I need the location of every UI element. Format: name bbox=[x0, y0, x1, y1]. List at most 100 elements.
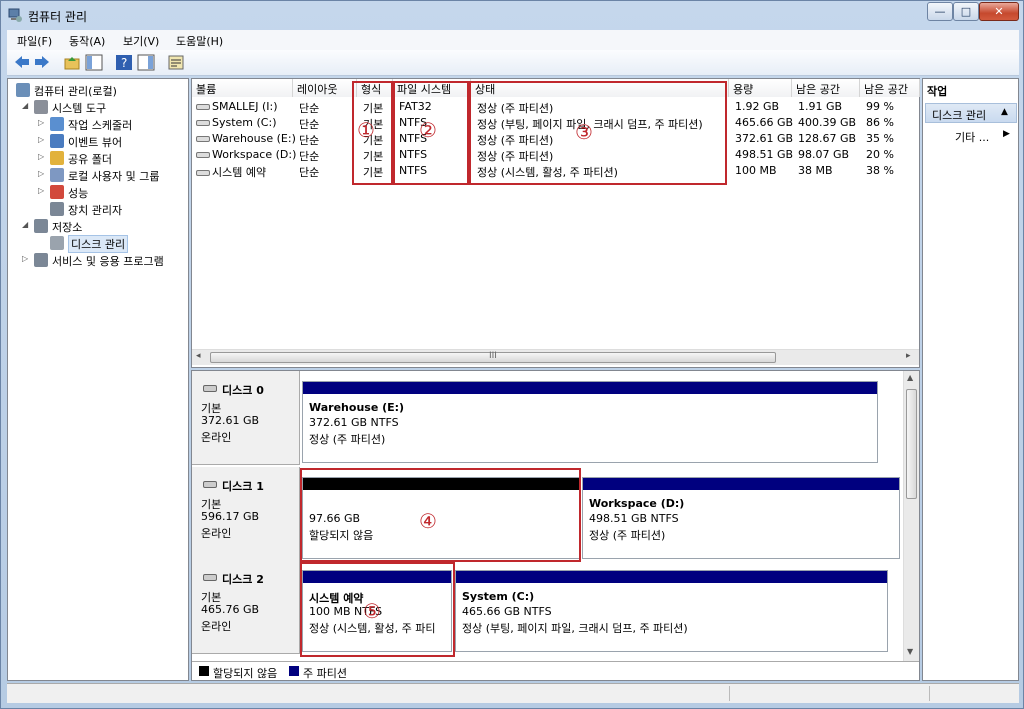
volume-layout: 단순 bbox=[299, 134, 320, 147]
volume-free: 400.39 GB bbox=[798, 116, 857, 129]
disk-drive-icon bbox=[203, 481, 217, 488]
disk-size: 596.17 GB bbox=[201, 510, 260, 523]
thumb-grip: III bbox=[489, 351, 497, 361]
volume-drive-icon bbox=[196, 120, 210, 126]
action-section-disk-management[interactable]: 디스크 관리 ▲ bbox=[925, 103, 1017, 123]
show-hide-tree-icon[interactable] bbox=[85, 54, 103, 71]
volume-layout: 단순 bbox=[299, 102, 320, 115]
volume-drive-icon bbox=[196, 136, 210, 142]
volume-name: 시스템 예약 bbox=[212, 166, 267, 179]
annotation-number-3: ③ bbox=[575, 120, 593, 144]
computer-management-icon bbox=[16, 83, 30, 97]
action-more[interactable]: 기타 ... ▶ bbox=[925, 127, 1017, 145]
scroll-up-icon[interactable]: ▲ bbox=[907, 373, 913, 382]
collapse-up-icon[interactable]: ▲ bbox=[1001, 107, 1008, 117]
show-action-pane-icon[interactable] bbox=[137, 54, 155, 71]
disk-size: 372.61 GB bbox=[201, 414, 260, 427]
action-more-label: 기타 ... bbox=[955, 131, 990, 144]
close-button[interactable]: ✕ bbox=[979, 2, 1019, 21]
partition-line2: 465.66 GB NTFS bbox=[462, 605, 552, 618]
disk-management-icon bbox=[50, 236, 64, 250]
volume-name-cell: System (C:) bbox=[196, 116, 277, 129]
help-icon[interactable]: ? bbox=[115, 54, 133, 71]
properties-icon[interactable] bbox=[167, 54, 185, 71]
tree-item-label: 저장소 bbox=[52, 221, 83, 234]
partition-title: System (C:) bbox=[462, 590, 535, 603]
computer-management-icon bbox=[7, 7, 23, 23]
disk-state: 온라인 bbox=[201, 431, 232, 444]
expand-arrow-icon[interactable]: ◢ bbox=[22, 220, 32, 229]
scroll-right-icon[interactable]: ▸ bbox=[906, 351, 911, 361]
legend-unallocated-swatch bbox=[199, 666, 209, 676]
vertical-scrollbar[interactable]: ▲ ▼ bbox=[903, 371, 919, 661]
menu-help[interactable]: 도움말(H) bbox=[176, 33, 223, 49]
expand-arrow-icon[interactable]: ◢ bbox=[22, 101, 32, 110]
device-manager-icon bbox=[50, 202, 64, 216]
window-title: 컴퓨터 관리 bbox=[28, 10, 88, 24]
expand-arrow-icon[interactable]: ▷ bbox=[38, 152, 48, 161]
volume-name-cell: 시스템 예약 bbox=[196, 164, 266, 180]
legend-primary-label: 주 파티션 bbox=[303, 667, 347, 680]
volume-pct: 99 % bbox=[866, 100, 894, 113]
volume-capacity: 1.92 GB bbox=[735, 100, 780, 113]
expand-arrow-icon[interactable]: ▷ bbox=[22, 254, 32, 263]
volume-pct: 35 % bbox=[866, 132, 894, 145]
menu-file[interactable]: 파일(F) bbox=[17, 33, 52, 49]
disk-name: 디스크 2 bbox=[222, 573, 264, 586]
disk-label[interactable]: 디스크 2 기본 465.76 GB 온라인 bbox=[192, 560, 300, 654]
annotation-number-1: ① bbox=[357, 118, 375, 142]
action-pane-title: 작업 bbox=[927, 85, 948, 98]
forward-arrow-icon[interactable] bbox=[33, 54, 51, 71]
column-header[interactable]: 레이아웃 bbox=[293, 79, 357, 97]
maximize-button[interactable]: □ bbox=[953, 2, 979, 21]
column-header[interactable]: 볼륨 bbox=[192, 79, 293, 97]
storage-icon bbox=[34, 219, 48, 233]
vertical-scroll-thumb[interactable] bbox=[906, 389, 917, 499]
volume-pct: 86 % bbox=[866, 116, 894, 129]
partition-color-bar bbox=[456, 571, 887, 583]
up-folder-icon[interactable] bbox=[63, 54, 81, 71]
expand-arrow-icon[interactable]: ▷ bbox=[38, 118, 48, 127]
primary-partition[interactable]: Warehouse (E:) 372.61 GB NTFS 정상 (주 파티션) bbox=[302, 381, 878, 463]
scroll-down-icon[interactable]: ▼ bbox=[907, 647, 913, 656]
title-bar[interactable]: 컴퓨터 관리 — □ ✕ bbox=[1, 1, 1023, 29]
toolbar: ? bbox=[7, 50, 1019, 76]
volume-free: 1.91 GB bbox=[798, 100, 843, 113]
disk-name: 디스크 0 bbox=[222, 384, 264, 397]
disk-label[interactable]: 디스크 0 기본 372.61 GB 온라인 bbox=[192, 371, 300, 465]
annotation-number-5: ⑤ bbox=[363, 599, 381, 623]
volume-name: Workspace (D:) bbox=[212, 148, 297, 161]
legend-unallocated-label: 할당되지 않음 bbox=[213, 667, 278, 680]
legend-primary-swatch bbox=[289, 666, 299, 676]
disk-name: 디스크 1 bbox=[222, 480, 264, 493]
partition-title: Workspace (D:) bbox=[589, 497, 685, 510]
disk-drive-icon bbox=[203, 574, 217, 581]
column-header[interactable]: 남은 공간 bbox=[792, 79, 860, 97]
tree-item-label: 이벤트 뷰어 bbox=[68, 136, 123, 149]
minimize-button[interactable]: — bbox=[927, 2, 953, 21]
menu-view[interactable]: 보기(V) bbox=[123, 33, 159, 49]
tree-item-label: 공유 폴더 bbox=[68, 153, 112, 166]
partition-line3: 정상 (주 파티션) bbox=[589, 529, 666, 542]
horizontal-scroll-thumb[interactable]: III bbox=[210, 351, 776, 363]
primary-partition[interactable]: Workspace (D:) 498.51 GB NTFS 정상 (주 파티션) bbox=[582, 477, 900, 559]
volume-name: System (C:) bbox=[212, 116, 277, 129]
expand-arrow-icon[interactable]: ▷ bbox=[38, 169, 48, 178]
horizontal-scrollbar[interactable]: ◂ III ▸ bbox=[192, 349, 919, 365]
back-arrow-icon[interactable] bbox=[13, 54, 31, 71]
scroll-left-icon[interactable]: ◂ bbox=[196, 351, 201, 361]
disk-label[interactable]: 디스크 1 기본 596.17 GB 온라인 bbox=[192, 467, 300, 561]
expand-arrow-icon[interactable]: ▷ bbox=[38, 135, 48, 144]
column-header[interactable]: 용량 bbox=[729, 79, 792, 97]
annotation-box-3 bbox=[469, 81, 727, 185]
tree-item-label: 작업 스케줄러 bbox=[68, 119, 133, 132]
menu-action[interactable]: 동작(A) bbox=[69, 33, 105, 49]
primary-partition[interactable]: System (C:) 465.66 GB NTFS 정상 (부팅, 페이지 파일,… bbox=[455, 570, 888, 652]
volume-layout: 단순 bbox=[299, 150, 320, 163]
volume-layout: 단순 bbox=[299, 118, 320, 131]
column-header[interactable]: 남은 공간 bbox=[860, 79, 920, 97]
tree-item-label: 서비스 및 응용 프로그램 bbox=[52, 255, 164, 268]
disk-drive-icon bbox=[203, 385, 217, 392]
volume-capacity: 100 MB bbox=[735, 164, 777, 177]
expand-arrow-icon[interactable]: ▷ bbox=[38, 186, 48, 195]
